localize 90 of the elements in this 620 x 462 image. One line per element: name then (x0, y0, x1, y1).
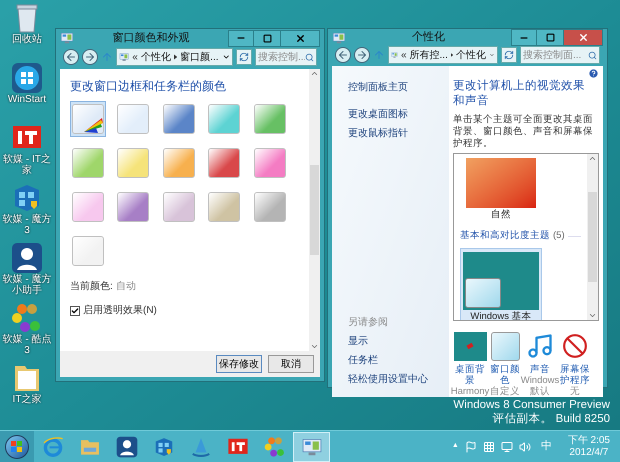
refresh-button[interactable] (501, 47, 517, 63)
no-sign-icon (562, 333, 588, 359)
theme-setting[interactable]: 声音 Windows 默认 (523, 331, 557, 397)
breadcrumb-overflow[interactable]: « (132, 50, 138, 65)
start-button[interactable] (0, 430, 34, 462)
theme-name: Windows 基本 (470, 310, 532, 320)
current-color-value: 自动 (116, 280, 136, 294)
sail-icon (190, 436, 212, 458)
group-count: (5) (553, 229, 565, 244)
sidebar-link[interactable]: 显示 (348, 334, 433, 349)
close-icon (294, 32, 306, 44)
scroll-up-icon[interactable] (588, 154, 597, 163)
back-button[interactable] (335, 47, 351, 63)
search-field[interactable]: 搜索控制面... (520, 46, 600, 64)
close-button[interactable] (280, 30, 320, 47)
breadcrumb-overflow[interactable]: « (400, 48, 407, 62)
forward-button[interactable] (354, 47, 370, 63)
theme-item[interactable]: 自然 (460, 154, 542, 226)
volume-icon[interactable] (518, 440, 531, 452)
person-icon (116, 436, 138, 458)
scrollbar[interactable] (309, 69, 320, 352)
network-icon[interactable] (500, 440, 513, 452)
search-field[interactable]: 搜索控制... (255, 48, 317, 66)
photo-placeholder (466, 158, 536, 208)
maximize-icon (546, 33, 554, 42)
group-heading: 基本和高对比度主题 (460, 229, 550, 244)
theme-item[interactable]: Windows 基本 (460, 248, 542, 320)
flag-icon[interactable] (464, 440, 477, 452)
section-heading: 更改窗口边框和任务栏的颜色 (70, 78, 227, 96)
grid-icon[interactable] (482, 440, 495, 452)
window-title: 窗口颜色和外观 (112, 30, 190, 46)
music-notes-icon (526, 332, 554, 360)
desktop-background-thumbnail (454, 332, 486, 360)
build-watermark-text: Windows 8 Consumer Preview (453, 398, 610, 412)
theme-setting[interactable]: 窗口颜色 自定义 (488, 331, 522, 397)
close-button[interactable] (563, 29, 603, 46)
checkbox[interactable] (70, 306, 80, 316)
windows-logo-icon (11, 440, 23, 452)
see-also-heading: 另请参阅 (348, 316, 389, 330)
sidebar-link[interactable]: 更改鼠标指针 (348, 126, 433, 141)
sidebar-link[interactable]: 控制面板主页 (348, 80, 433, 95)
control-panel-icon (119, 51, 130, 64)
scroll-down-icon[interactable] (588, 311, 597, 320)
theme-name: 自然 (491, 208, 511, 222)
search-icon (305, 52, 314, 62)
address-bar[interactable]: « 所有控... 个性化 (388, 46, 498, 64)
person-icon (11, 242, 43, 274)
window-title: 个性化 (411, 30, 446, 46)
forward-button[interactable] (82, 49, 98, 66)
control-panel-icon (60, 31, 74, 46)
build-watermark-text: 评估副本。 Build 8250 (492, 412, 610, 426)
breadcrumb-item[interactable]: 个性化 (140, 50, 171, 65)
checkbox-label: 启用透明效果(N) (83, 304, 157, 318)
window-color-thumbnail (490, 332, 520, 360)
dialog-button[interactable]: 取消 (268, 355, 314, 374)
scrollbar[interactable] (587, 154, 598, 320)
desktop-shortcut[interactable]: 软媒 - 魔方3 (0, 182, 54, 240)
close-icon (578, 32, 588, 43)
maximize-icon (262, 34, 272, 43)
breadcrumb-item[interactable]: 窗口颜... (180, 50, 219, 65)
hexagons-icon (264, 436, 286, 458)
windows-logo-icon (11, 62, 43, 94)
hexagons-icon (11, 302, 43, 334)
breadcrumb-separator-icon (450, 52, 454, 58)
color-fan-icon (82, 116, 104, 134)
breadcrumb-item[interactable]: 所有控... (410, 48, 448, 62)
breadcrumb-item[interactable]: 个性化 (456, 48, 486, 62)
back-button[interactable] (63, 49, 79, 66)
sidebar-link[interactable]: 更改桌面图标 (348, 107, 433, 122)
maximize-button[interactable] (537, 29, 563, 46)
theme-setting[interactable]: 桌面背景 Harmony (453, 331, 487, 397)
desktop-shortcut[interactable]: 软媒 - 魔方小助手 (0, 242, 54, 300)
help-icon[interactable] (588, 68, 599, 79)
section-heading: 更改计算机上的视觉效果和声音 (453, 79, 586, 109)
theme-setting[interactable]: 屏幕保护程序 无 (558, 331, 592, 397)
browser-icon (42, 436, 64, 458)
search-icon (588, 50, 597, 60)
description-text: 单击某个主题可全面更改其桌面背景、窗口颜色、声音和屏幕保护程序。 (453, 114, 594, 150)
desktop-shortcut[interactable]: 软媒 - 酷点3 (0, 302, 54, 360)
sidebar-link[interactable]: 任务栏 (348, 353, 433, 368)
control-panel-icon (332, 30, 346, 44)
color-swatch[interactable] (70, 101, 106, 138)
breadcrumb-separator-icon (174, 54, 178, 60)
address-bar[interactable]: « 个性化 窗口颜... (116, 48, 233, 66)
refresh-button[interactable] (236, 49, 252, 66)
maximize-button[interactable] (254, 30, 280, 47)
sidebar-link[interactable]: 轻松使用设置中心 (348, 372, 433, 387)
desktop-shortcut[interactable]: IT之家 (0, 362, 54, 420)
current-color-label: 当前颜色: (70, 280, 113, 294)
dialog-button[interactable]: 保存修改 (216, 355, 262, 374)
